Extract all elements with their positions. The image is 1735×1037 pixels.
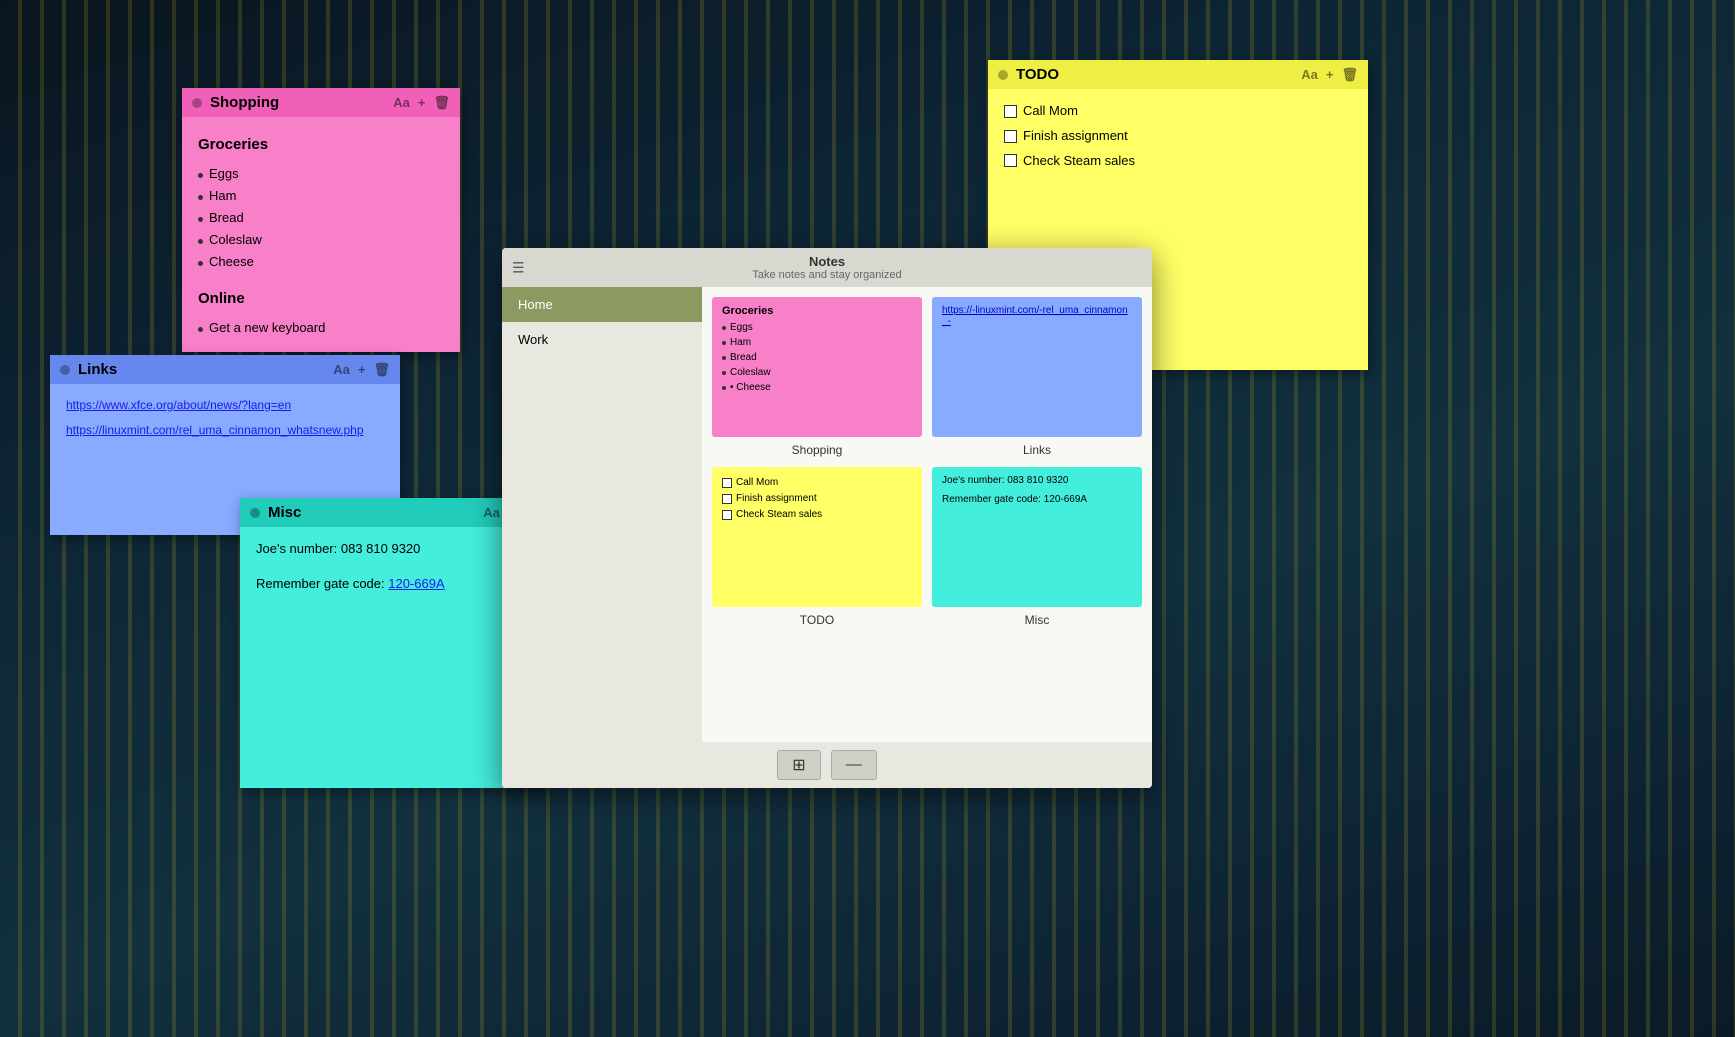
card-todo-call-mom: Call Mom	[722, 475, 912, 491]
checkbox-call-mom[interactable]	[1004, 105, 1017, 118]
online-item-keyboard: Get a new keyboard	[198, 317, 444, 339]
card-link-1[interactable]: https://-linuxmint.com/-rel_uma_cinnamon…	[942, 305, 1132, 327]
card-todo-label: TODO	[712, 613, 922, 627]
links-actions: Aa + 🗑	[333, 362, 390, 378]
card-todo-finish: Finish assignment	[722, 491, 912, 507]
todo-note-header: TODO Aa + 🗑	[988, 60, 1368, 89]
card-bread: Bread	[722, 350, 912, 365]
notes-content: Groceries Eggs Ham Bread Coleslaw • Chee…	[702, 287, 1152, 742]
notes-menu-icon[interactable]: ☰	[512, 259, 525, 276]
card-ham: Ham	[722, 335, 912, 350]
todo-add-btn[interactable]: +	[1326, 67, 1334, 83]
misc-fontsize-btn[interactable]: Aa	[483, 505, 500, 521]
card-coleslaw: Coleslaw	[722, 365, 912, 380]
note-card-misc-inner: Joe's number: 083 810 9320 Remember gate…	[932, 467, 1142, 607]
links-note-header: Links Aa + 🗑	[50, 355, 400, 384]
notes-app-title: Notes	[508, 254, 1146, 269]
note-card-links-inner: https://-linuxmint.com/-rel_uma_cinnamon…	[932, 297, 1142, 437]
todo-delete-btn[interactable]: 🗑	[1341, 67, 1358, 83]
card-cheese: • Cheese	[722, 380, 912, 395]
online-section-title: Online	[198, 287, 444, 311]
shopping-actions: Aa + 🗑	[393, 95, 450, 111]
notes-grid: Groceries Eggs Ham Bread Coleslaw • Chee…	[712, 297, 1142, 627]
shopping-delete-btn[interactable]: 🗑	[433, 95, 450, 111]
todo-item-finish-assignment: Finish assignment	[1004, 126, 1352, 147]
grocery-item-bread: Bread	[198, 207, 444, 229]
todo-dot	[998, 70, 1008, 80]
misc-gate: Remember gate code: 120-669A	[256, 574, 534, 595]
card-misc-gate: Remember gate code: 120-669A	[942, 494, 1132, 505]
misc-dot	[250, 508, 260, 518]
notes-add-btn[interactable]: ⊞	[777, 750, 820, 780]
grocery-item-coleslaw: Coleslaw	[198, 229, 444, 251]
todo-label-call-mom: Call Mom	[1023, 101, 1078, 122]
note-card-shopping[interactable]: Groceries Eggs Ham Bread Coleslaw • Chee…	[712, 297, 922, 457]
note-card-links[interactable]: https://-linuxmint.com/-rel_uma_cinnamon…	[932, 297, 1142, 457]
notes-app-subtitle: Take notes and stay organized	[508, 269, 1146, 281]
notes-sidebar: Home Work	[502, 287, 702, 742]
links-delete-btn[interactable]: 🗑	[373, 362, 390, 378]
todo-label-check-steam: Check Steam sales	[1023, 151, 1135, 172]
card-shopping-label: Shopping	[712, 443, 922, 457]
sidebar-item-work[interactable]: Work	[502, 322, 702, 357]
notes-app-window: ☰ Notes Take notes and stay organized Ho…	[502, 248, 1152, 788]
todo-label-finish-assignment: Finish assignment	[1023, 126, 1128, 147]
notes-titlebar: ☰ Notes Take notes and stay organized	[502, 248, 1152, 287]
gate-code-link[interactable]: 120-669A	[388, 576, 444, 591]
links-dot	[60, 365, 70, 375]
misc-phone: Joe's number: 083 810 9320	[256, 539, 534, 560]
card-misc-label: Misc	[932, 613, 1142, 627]
links-title: Links	[78, 361, 333, 378]
shopping-add-btn[interactable]: +	[418, 95, 426, 111]
shopping-body: Groceries Eggs Ham Bread Coleslaw Cheese…	[182, 117, 460, 352]
note-card-misc[interactable]: Joe's number: 083 810 9320 Remember gate…	[932, 467, 1142, 627]
notes-footer: ⊞ —	[502, 742, 1152, 788]
todo-item-check-steam: Check Steam sales	[1004, 151, 1352, 172]
sidebar-item-home[interactable]: Home	[502, 287, 702, 322]
card-todo-steam: Check Steam sales	[722, 507, 912, 523]
note-card-shopping-inner: Groceries Eggs Ham Bread Coleslaw • Chee…	[712, 297, 922, 437]
shopping-note: Shopping Aa + 🗑 Groceries Eggs Ham Bread…	[182, 88, 460, 352]
card-misc-phone: Joe's number: 083 810 9320	[942, 475, 1132, 486]
grocery-item-eggs: Eggs	[198, 163, 444, 185]
note-card-todo-inner: Call Mom Finish assignment Check Steam s…	[712, 467, 922, 607]
shopping-dot	[192, 98, 202, 108]
checkbox-check-steam[interactable]	[1004, 154, 1017, 167]
todo-item-call-mom: Call Mom	[1004, 101, 1352, 122]
todo-fontsize-btn[interactable]: Aa	[1301, 67, 1318, 83]
shopping-title: Shopping	[210, 94, 393, 111]
notes-app-body: Home Work Groceries Eggs Ham Bread Coles…	[502, 287, 1152, 742]
link-linuxmint[interactable]: https://linuxmint.com/rel_uma_cinnamon_w…	[66, 421, 384, 440]
card-eggs: Eggs	[722, 320, 912, 335]
grocery-item-ham: Ham	[198, 185, 444, 207]
shopping-fontsize-btn[interactable]: Aa	[393, 95, 410, 111]
note-card-todo[interactable]: Call Mom Finish assignment Check Steam s…	[712, 467, 922, 627]
links-fontsize-btn[interactable]: Aa	[333, 362, 350, 378]
card-links-label: Links	[932, 443, 1142, 457]
links-add-btn[interactable]: +	[358, 362, 366, 378]
todo-title: TODO	[1016, 66, 1301, 83]
card-groceries-title: Groceries	[722, 305, 912, 317]
misc-title: Misc	[268, 504, 483, 521]
groceries-section-title: Groceries	[198, 133, 444, 157]
notes-remove-btn[interactable]: —	[831, 750, 877, 780]
link-xfce[interactable]: https://www.xfce.org/about/news/?lang=en	[66, 396, 384, 415]
shopping-note-header: Shopping Aa + 🗑	[182, 88, 460, 117]
grocery-item-cheese: Cheese	[198, 251, 444, 273]
todo-actions: Aa + 🗑	[1301, 67, 1358, 83]
checkbox-finish-assignment[interactable]	[1004, 130, 1017, 143]
